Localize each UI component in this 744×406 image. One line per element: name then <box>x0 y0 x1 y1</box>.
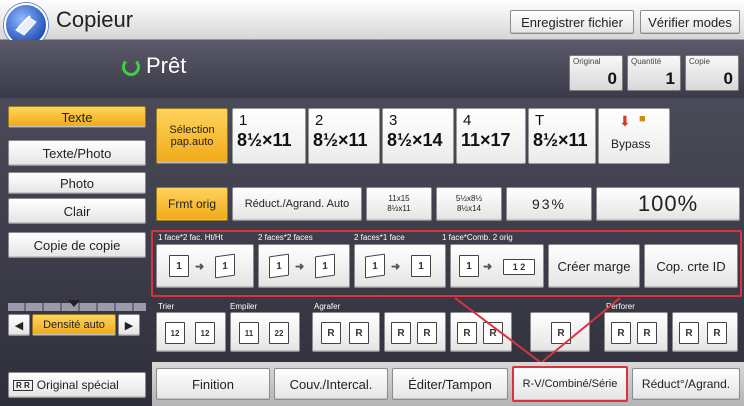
tab-reduce-enlarge[interactable]: Réduct°/Agrand. <box>632 368 740 400</box>
tab-edit-stamp[interactable]: Éditer/Tampon <box>392 368 508 400</box>
callout-lines <box>454 297 621 363</box>
callout-line-left <box>454 297 541 363</box>
callout-line-right <box>541 297 621 363</box>
tab-duplex-combine-series[interactable]: R-V/Combiné/Série <box>512 366 628 402</box>
tab-covers-inserts[interactable]: Couv./Intercal. <box>274 368 388 400</box>
tab-finishing[interactable]: Finition <box>156 368 270 400</box>
copier-screen: Copieur Enregistrer fichier Vérifier mod… <box>0 0 744 406</box>
